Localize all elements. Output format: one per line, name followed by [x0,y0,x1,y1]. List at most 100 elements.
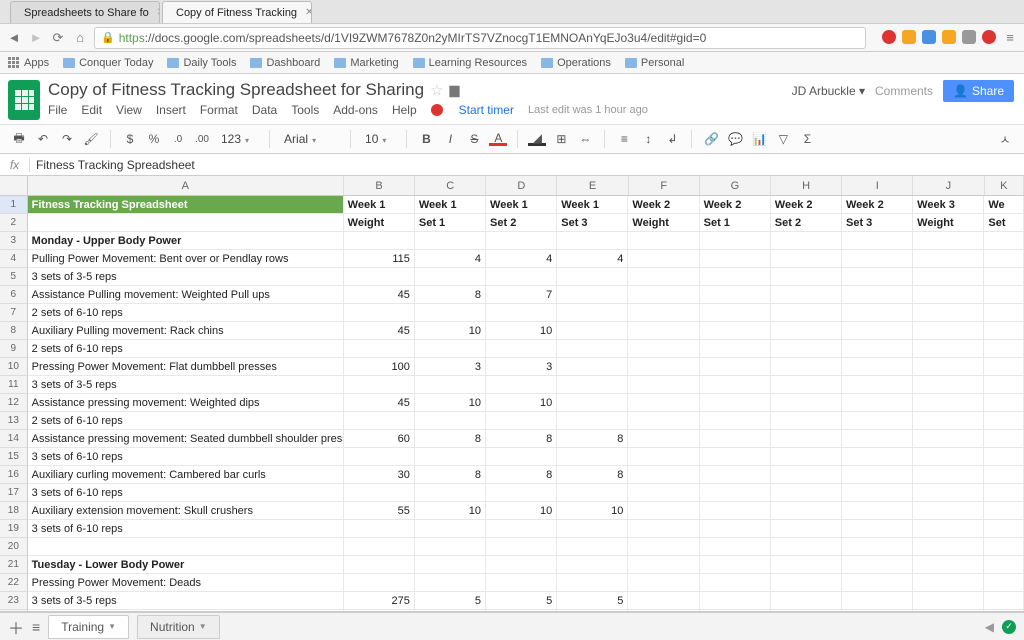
cell[interactable] [842,502,913,520]
cell[interactable] [486,448,557,466]
cell[interactable] [771,250,842,268]
cell[interactable] [842,520,913,538]
cell[interactable] [415,304,486,322]
cell[interactable]: 8 [415,466,486,484]
cell[interactable] [415,412,486,430]
cell[interactable] [557,448,628,466]
cell[interactable] [913,466,984,484]
cell[interactable]: 115 [344,250,415,268]
dec-increase-icon[interactable]: .00 [193,130,211,148]
cell[interactable] [557,610,628,611]
cell[interactable] [415,484,486,502]
cell[interactable] [842,340,913,358]
cell[interactable]: Set [984,214,1024,232]
cell[interactable] [557,232,628,250]
menu-data[interactable]: Data [252,103,277,117]
cell[interactable] [557,412,628,430]
cell[interactable] [700,610,771,611]
cell[interactable]: Tuesday - Lower Body Power [28,556,344,574]
cell[interactable] [344,556,415,574]
cell[interactable] [771,232,842,250]
cell[interactable]: 30 [344,466,415,484]
cell[interactable] [344,268,415,286]
cell[interactable] [700,268,771,286]
cell[interactable] [415,520,486,538]
cell[interactable] [913,358,984,376]
cell[interactable] [628,556,699,574]
cell[interactable] [700,538,771,556]
functions-icon[interactable]: Σ [798,130,816,148]
cell[interactable]: Fitness Tracking Spreadsheet [28,196,344,214]
cell[interactable] [700,412,771,430]
cell[interactable] [557,520,628,538]
cell[interactable] [771,610,842,611]
cell[interactable]: Set 1 [415,214,486,232]
print-icon[interactable]: 🖶 [10,130,28,148]
cell[interactable] [415,376,486,394]
column-header[interactable]: F [629,176,700,195]
cell[interactable] [628,232,699,250]
cell[interactable]: 4 [486,250,557,268]
dec-decrease-icon[interactable]: .0 [169,130,187,148]
cell[interactable] [984,376,1024,394]
row-header[interactable]: 5 [0,268,28,286]
cell[interactable] [842,574,913,592]
cell[interactable] [700,376,771,394]
cell[interactable] [842,484,913,502]
cell[interactable]: Week 2 [628,196,699,214]
row-header[interactable]: 12 [0,394,28,412]
cell[interactable] [771,592,842,610]
ext-icon[interactable] [942,30,956,44]
borders-icon[interactable]: ⊞ [552,130,570,148]
doc-title[interactable]: Copy of Fitness Tracking Spreadsheet for… [48,80,424,100]
cell[interactable] [984,610,1024,611]
cell[interactable] [771,520,842,538]
sheets-logo-icon[interactable] [8,80,40,120]
cell[interactable]: Week 2 [700,196,771,214]
cell[interactable]: Monday - Upper Body Power [28,232,344,250]
cell[interactable] [628,448,699,466]
cell[interactable] [628,430,699,448]
row-header[interactable]: 8 [0,322,28,340]
cell[interactable] [984,502,1024,520]
cell[interactable]: 2 sets of 6-10 reps [28,412,344,430]
cell[interactable] [913,484,984,502]
cell[interactable] [700,232,771,250]
cell[interactable]: Set 2 [771,214,842,232]
bold-icon[interactable]: B [417,130,435,148]
cell[interactable] [486,520,557,538]
ext-icon[interactable] [962,30,976,44]
cell[interactable] [700,466,771,484]
cell[interactable] [771,376,842,394]
row-header[interactable]: 6 [0,286,28,304]
cell[interactable]: 3 sets of 6-10 reps [28,484,344,502]
column-header[interactable]: D [486,176,557,195]
font-size-select[interactable]: 10 [361,132,396,146]
cell[interactable]: Weight [344,214,415,232]
cell[interactable]: 3 sets of 6-10 reps [28,520,344,538]
cell[interactable] [984,250,1024,268]
cell[interactable] [913,574,984,592]
cell[interactable] [842,394,913,412]
all-sheets-button[interactable]: ≡ [32,619,40,635]
row-header[interactable]: 13 [0,412,28,430]
cell[interactable] [913,592,984,610]
cell[interactable]: 8 [557,466,628,484]
cell[interactable]: 5 [415,592,486,610]
menu-help[interactable]: Help [392,103,417,117]
cell[interactable] [771,430,842,448]
cell[interactable]: 10 [415,502,486,520]
cell[interactable]: Weight [628,214,699,232]
cell[interactable] [771,394,842,412]
cell[interactable]: Set 2 [486,214,557,232]
close-icon[interactable]: ✕ [305,7,312,18]
cell[interactable] [486,412,557,430]
bookmark-folder[interactable]: Marketing [334,57,398,69]
cell[interactable] [984,448,1024,466]
cell[interactable] [628,484,699,502]
add-sheet-button[interactable]: ＋ [8,615,24,639]
cell[interactable]: 60 [344,430,415,448]
cell[interactable] [557,340,628,358]
cell[interactable] [557,376,628,394]
cell[interactable] [557,304,628,322]
